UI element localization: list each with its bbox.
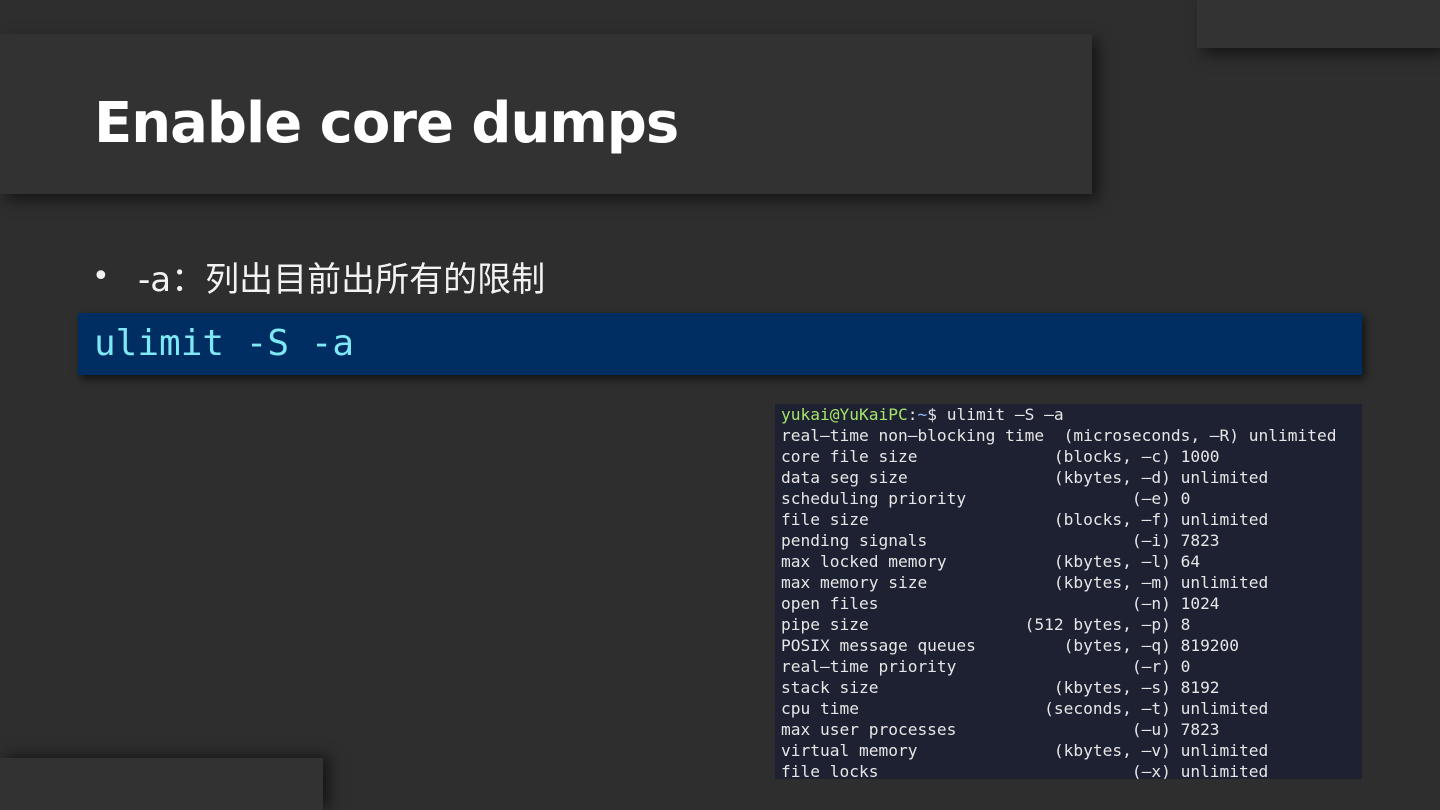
prompt-command: ulimit –S –a [946, 405, 1064, 424]
terminal-line: virtual memory (kbytes, –v) unlimited [781, 741, 1269, 760]
terminal-line: POSIX message queues (bytes, –q) 819200 [781, 636, 1240, 655]
bullet-text: -a：列出目前出所有的限制 [138, 259, 546, 300]
terminal-line: file size (blocks, –f) unlimited [781, 510, 1269, 529]
bullet-icon: • [92, 258, 110, 294]
bullet-item: • -a：列出目前出所有的限制 [92, 252, 545, 300]
prompt-user-host: yukai@YuKaiPC [781, 405, 908, 424]
terminal-screenshot: yukai@YuKaiPC:~$ ulimit –S –a real–time … [775, 404, 1362, 779]
terminal-line: file locks (–x) unlimited [781, 762, 1269, 779]
command-text: ulimit -S -a [94, 323, 355, 364]
terminal-line: open files (–n) 1024 [781, 594, 1220, 613]
terminal-output: yukai@YuKaiPC:~$ ulimit –S –a real–time … [781, 404, 1337, 779]
terminal-line: max memory size (kbytes, –m) unlimited [781, 573, 1269, 592]
decorative-panel-bottom-left [0, 758, 323, 810]
prompt-path: ~ [917, 405, 928, 424]
terminal-prompt-line: yukai@YuKaiPC:~$ ulimit –S –a [781, 404, 1337, 425]
prompt-symbol: $ [927, 405, 947, 424]
terminal-line: real–time non–blocking time (microsecond… [781, 426, 1337, 445]
prompt-separator: : [907, 405, 918, 424]
terminal-line: real–time priority (–r) 0 [781, 657, 1191, 676]
decorative-panel-top-right [1197, 0, 1440, 48]
command-code-block: ulimit -S -a [78, 313, 1362, 375]
terminal-line: max locked memory (kbytes, –l) 64 [781, 552, 1201, 571]
terminal-line: max user processes (–u) 7823 [781, 720, 1220, 739]
slide-title: Enable core dumps [94, 91, 679, 156]
terminal-line: scheduling priority (–e) 0 [781, 489, 1191, 508]
terminal-line: stack size (kbytes, –s) 8192 [781, 678, 1220, 697]
terminal-line: core file size (blocks, –c) 1000 [781, 447, 1220, 466]
terminal-line: pipe size (512 bytes, –p) 8 [781, 615, 1191, 634]
terminal-line: cpu time (seconds, –t) unlimited [781, 699, 1269, 718]
terminal-line: pending signals (–i) 7823 [781, 531, 1220, 550]
terminal-line: data seg size (kbytes, –d) unlimited [781, 468, 1269, 487]
